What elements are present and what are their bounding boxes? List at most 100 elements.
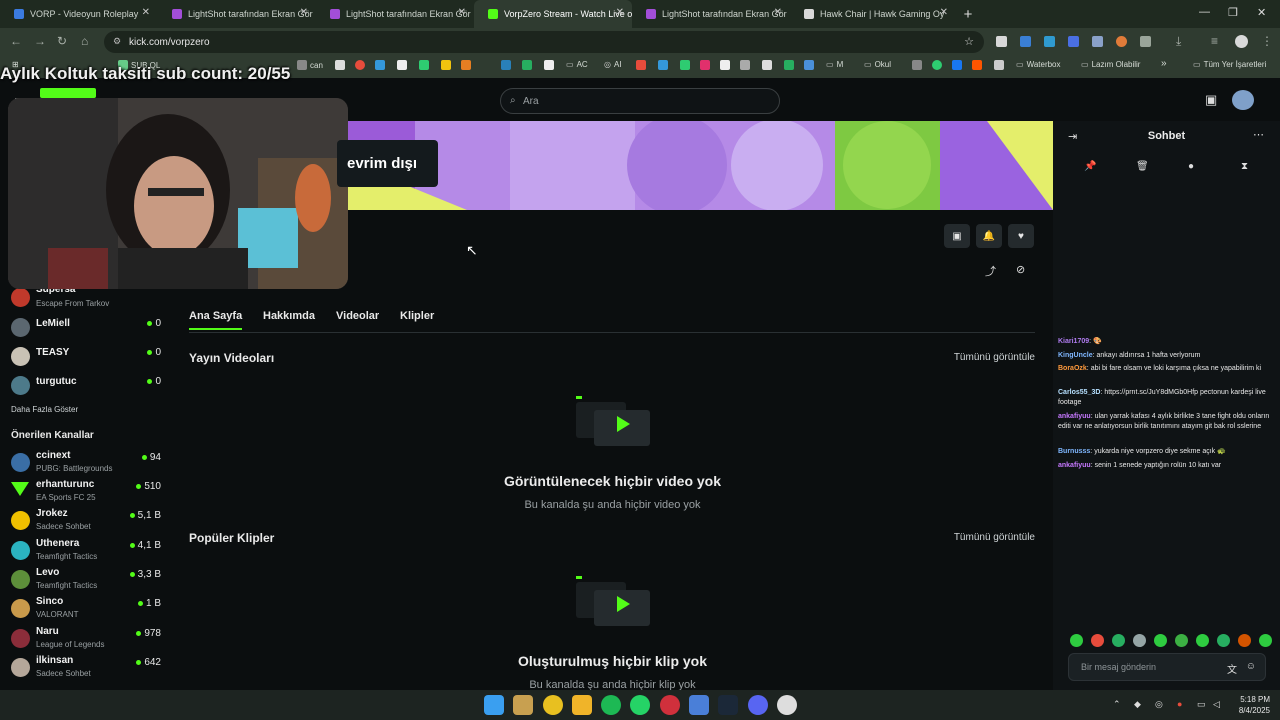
bookmark-icon[interactable]	[994, 60, 1004, 70]
bookmark-icon[interactable]	[355, 60, 365, 70]
trash-icon[interactable]: 🗑	[1136, 161, 1149, 172]
bookmark-icon[interactable]	[720, 60, 730, 70]
tab-videos[interactable]: Videolar	[336, 310, 379, 322]
translate-icon[interactable]: 文	[1227, 661, 1237, 676]
show-more-link[interactable]: Daha Fazla Göster	[11, 405, 78, 414]
bookmark-icon[interactable]	[680, 60, 690, 70]
close-tab-icon[interactable]: ✕	[142, 7, 150, 18]
close-tab-icon[interactable]: ✕	[940, 7, 948, 18]
bookmark-icon[interactable]	[397, 60, 407, 70]
emote-icon[interactable]	[1133, 634, 1146, 647]
system-clock[interactable]: 5:18 PM 8/4/2025	[1224, 694, 1270, 716]
bookmark-icon[interactable]	[544, 60, 554, 70]
browser-tab[interactable]: Hawk Chair | Hawk Gaming Oy ✕	[790, 0, 956, 28]
bookmark-star-icon[interactable]: ☆	[964, 35, 974, 48]
pin-icon[interactable]: 📌	[1084, 161, 1096, 172]
minimize-icon[interactable]: —	[1199, 6, 1210, 18]
bookmark-icon[interactable]	[912, 60, 922, 70]
emote-icon[interactable]	[1259, 634, 1272, 647]
bookmark-item[interactable]: can	[297, 60, 323, 70]
share-icon[interactable]: ⤴	[985, 263, 996, 279]
tray-chevron-icon[interactable]: ⌃	[1113, 699, 1121, 710]
emote-icon[interactable]	[1091, 634, 1104, 647]
sidebar-channel[interactable]: LeMiell 0	[11, 314, 161, 342]
hide-icon[interactable]: ⊘	[1016, 263, 1025, 276]
pen-extension-icon[interactable]	[996, 36, 1007, 47]
chat-menu-icon[interactable]: ⋯	[1253, 128, 1264, 141]
chat-message-input[interactable]: Bir mesaj gönderin 文 ☺	[1068, 653, 1266, 681]
forward-icon[interactable]: →	[34, 34, 46, 48]
url-field[interactable]: ⚙ kick.com/vorpzero ☆	[104, 31, 984, 53]
emote-icon[interactable]	[1238, 634, 1251, 647]
network-icon[interactable]: ▭	[1197, 699, 1206, 710]
bookmark-icon[interactable]	[784, 60, 794, 70]
site-info-icon[interactable]: ⚙	[113, 36, 121, 47]
close-window-icon[interactable]: ✕	[1257, 6, 1266, 19]
mdk-badge-icon[interactable]: ▣	[1205, 92, 1217, 108]
sidebar-channel[interactable]: Jrokez Sadece Sohbet 5,1 B	[11, 507, 161, 535]
follow-button[interactable]: ♥	[1008, 224, 1034, 248]
bookmark-icon[interactable]	[700, 60, 710, 70]
close-tab-icon[interactable]: ✕	[300, 7, 308, 18]
chrome-icon[interactable]	[543, 695, 563, 715]
browser-tab[interactable]: LightShot tarafından Ekran Gör ✕	[316, 0, 474, 28]
bookmark-icon[interactable]	[375, 60, 385, 70]
browser-tab[interactable]: LightShot tarafından Ekran Gör ✕	[158, 0, 316, 28]
close-tab-icon[interactable]: ✕	[616, 7, 624, 18]
search-input[interactable]: ⌕ Ara	[500, 88, 780, 114]
vpn-extension-icon[interactable]	[1068, 36, 1079, 47]
bookmark-icon[interactable]	[522, 60, 532, 70]
bookmark-folder[interactable]: ▭ Okul	[864, 60, 891, 69]
emote-icon[interactable]	[1217, 634, 1230, 647]
bookmark-folder[interactable]: ▭ Waterbox	[1016, 60, 1061, 69]
steam-icon[interactable]	[718, 695, 738, 715]
emote-icon[interactable]	[1154, 634, 1167, 647]
chat-bubble-icon[interactable]: ●	[1188, 161, 1194, 172]
start-windows-icon[interactable]	[484, 695, 504, 715]
tab-about[interactable]: Hakkımda	[263, 310, 315, 322]
tray-app-icon[interactable]: ◆	[1134, 699, 1141, 710]
new-tab-button[interactable]: +	[956, 6, 980, 23]
tray-app-icon[interactable]: ◎	[1155, 699, 1163, 710]
store-icon[interactable]	[513, 695, 533, 715]
kick-logo[interactable]	[40, 88, 96, 98]
close-tab-icon[interactable]: ✕	[458, 7, 466, 18]
sidebar-channel[interactable]: TEASY 0	[11, 343, 161, 371]
restore-icon[interactable]: ❐	[1228, 6, 1238, 19]
hourglass-icon[interactable]: ⧗	[1241, 161, 1248, 172]
bookmark-icon[interactable]	[636, 60, 646, 70]
bookmark-icon[interactable]	[952, 60, 962, 70]
sidebar-channel[interactable]: Uthenera Teamfight Tactics 4,1 B	[11, 537, 161, 565]
bookmark-icon[interactable]	[740, 60, 750, 70]
profile-avatar-icon[interactable]	[1235, 35, 1248, 48]
media-icon[interactable]: ≡	[1211, 34, 1218, 48]
file-explorer-icon[interactable]	[572, 695, 592, 715]
browser-tab-active[interactable]: VorpZero Stream - Watch Live o ✕	[474, 0, 632, 28]
translate-extension-icon[interactable]	[1044, 36, 1055, 47]
clips-see-all-link[interactable]: Tümünü görüntüle	[954, 532, 1035, 543]
spotify-icon[interactable]	[601, 695, 621, 715]
sidebar-channel[interactable]: Levo Teamfight Tactics 3,3 B	[11, 566, 161, 594]
copilot-icon[interactable]	[689, 695, 709, 715]
user-avatar[interactable]	[1232, 90, 1254, 110]
clip-button[interactable]: ▣	[944, 224, 970, 248]
all-bookmarks-folder[interactable]: ▭ Tüm Yer İşaretleri	[1193, 60, 1266, 69]
bookmark-icon[interactable]	[335, 60, 345, 70]
bookmark-icon[interactable]	[501, 60, 511, 70]
extension-icon[interactable]	[1116, 36, 1127, 47]
bookmark-icon[interactable]	[932, 60, 942, 70]
bookmark-icon[interactable]	[972, 60, 982, 70]
bookmark-icon[interactable]	[804, 60, 814, 70]
mic-icon[interactable]: ●	[1177, 699, 1182, 709]
sidebar-channel[interactable]: Naru League of Legends 978	[11, 625, 161, 653]
home-icon[interactable]: ⌂	[81, 34, 88, 48]
bookmark-folder[interactable]: ◎ AI	[604, 60, 622, 69]
notify-button[interactable]: 🔔	[976, 224, 1002, 248]
bookmark-icon[interactable]	[419, 60, 429, 70]
videos-see-all-link[interactable]: Tümünü görüntüle	[954, 352, 1035, 363]
extension-icon[interactable]	[1092, 36, 1103, 47]
emote-icon[interactable]	[1175, 634, 1188, 647]
download-icon[interactable]: ⤓	[1176, 34, 1181, 49]
app-icon[interactable]	[660, 695, 680, 715]
bookmark-folder[interactable]: ▭ AC	[566, 60, 588, 69]
